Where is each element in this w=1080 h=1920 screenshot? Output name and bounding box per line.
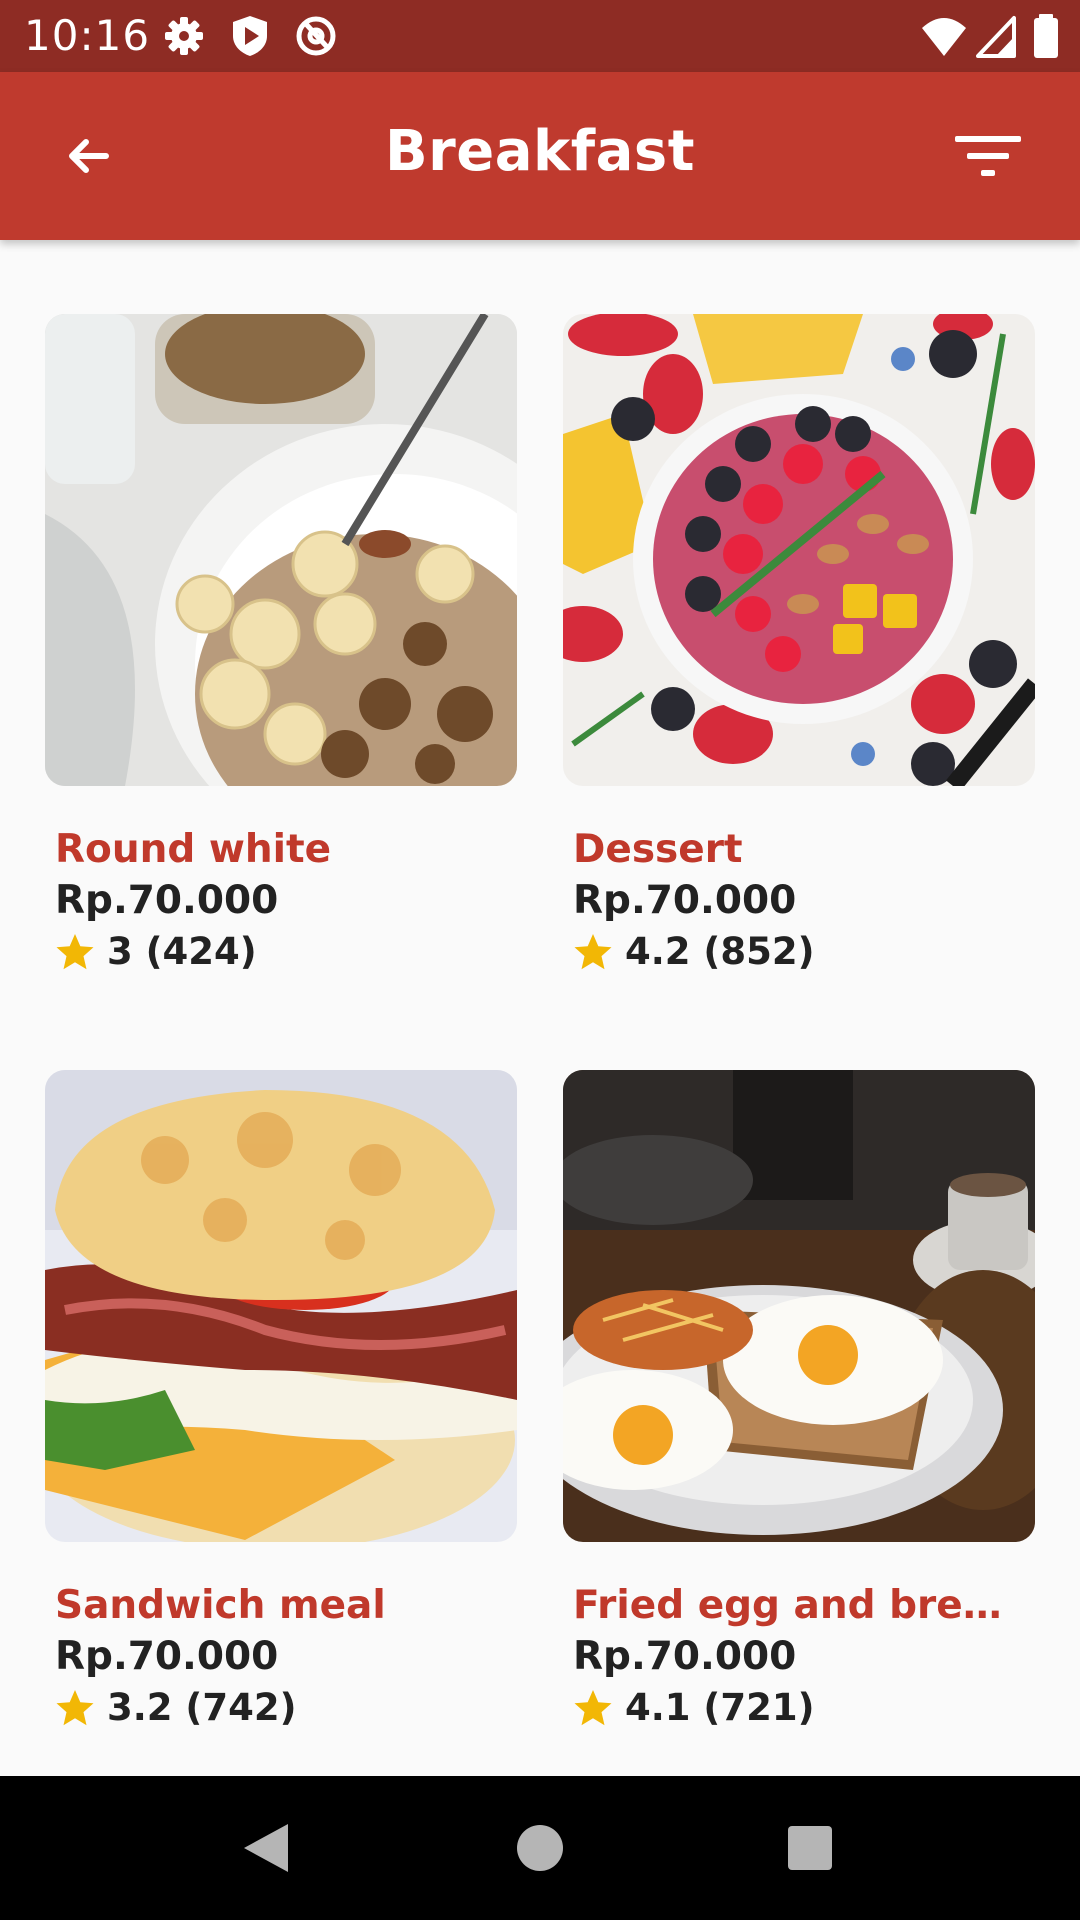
item-price: Rp.70.000 bbox=[55, 878, 279, 923]
food-image[interactable] bbox=[563, 314, 1035, 786]
star-icon bbox=[56, 1690, 94, 1726]
nav-recents-icon bbox=[788, 1826, 832, 1870]
nav-home-button[interactable] bbox=[504, 1812, 576, 1884]
food-image[interactable] bbox=[563, 1070, 1035, 1542]
filter-button[interactable] bbox=[944, 116, 1032, 196]
rating-text: 3 (424) bbox=[107, 930, 257, 973]
item-price: Rp.70.000 bbox=[573, 1634, 797, 1679]
nav-home-icon bbox=[517, 1825, 563, 1871]
food-image[interactable] bbox=[45, 314, 517, 786]
item-name: Fried egg and bread ... bbox=[573, 1583, 1025, 1628]
item-rating: 4.2 (852) bbox=[573, 926, 1035, 978]
item-name: Sandwich meal bbox=[55, 1583, 386, 1628]
shield-play-icon bbox=[233, 16, 267, 56]
item-rating: 3 (424) bbox=[55, 926, 517, 978]
page-title: Breakfast bbox=[384, 119, 696, 184]
back-button[interactable] bbox=[48, 116, 128, 196]
at-sign-icon bbox=[296, 16, 336, 56]
menu-card[interactable]: Dessert Rp.70.000 4.2 (852) bbox=[563, 314, 1035, 978]
star-icon bbox=[56, 934, 94, 970]
navigation-bar bbox=[0, 1776, 1080, 1920]
star-icon bbox=[574, 934, 612, 970]
fried-egg-plate-illustration bbox=[563, 1070, 1035, 1542]
nav-back-button[interactable] bbox=[230, 1812, 302, 1884]
item-price: Rp.70.000 bbox=[55, 1634, 279, 1679]
food-image[interactable] bbox=[45, 1070, 517, 1542]
item-name: Round white bbox=[55, 827, 332, 872]
item-rating: 3.2 (742) bbox=[55, 1682, 517, 1734]
signal-icon bbox=[976, 16, 1016, 58]
settings-icon bbox=[165, 17, 203, 55]
rating-text: 3.2 (742) bbox=[107, 1686, 297, 1729]
item-rating: 4.1 (721) bbox=[573, 1682, 1035, 1734]
item-price: Rp.70.000 bbox=[573, 878, 797, 923]
status-bar: 10:16 bbox=[0, 0, 1080, 72]
app-bar: Breakfast bbox=[0, 72, 1080, 240]
arrow-left-icon bbox=[69, 139, 109, 173]
battery-icon bbox=[1034, 14, 1058, 58]
filter-icon bbox=[955, 136, 1021, 176]
rating-text: 4.2 (852) bbox=[625, 930, 815, 973]
nav-recents-button[interactable] bbox=[774, 1812, 846, 1884]
sandwich-illustration bbox=[45, 1070, 517, 1542]
menu-card[interactable]: Sandwich meal Rp.70.000 3.2 (742) bbox=[45, 1070, 517, 1734]
rating-text: 4.1 (721) bbox=[625, 1686, 815, 1729]
status-time: 10:16 bbox=[24, 11, 151, 60]
wifi-icon bbox=[922, 18, 966, 56]
item-name: Dessert bbox=[573, 827, 743, 872]
smoothie-bowl-illustration bbox=[563, 314, 1035, 786]
nav-back-icon bbox=[244, 1824, 288, 1872]
granola-bowl-illustration bbox=[45, 314, 517, 786]
star-icon bbox=[574, 1690, 612, 1726]
menu-card[interactable]: Round white Rp.70.000 3 (424) bbox=[45, 314, 517, 978]
screen: 10:16 Breakfast Round white Rp.70.000 3 … bbox=[0, 0, 1080, 1920]
menu-card[interactable]: Fried egg and bread ... Rp.70.000 4.1 (7… bbox=[563, 1070, 1035, 1734]
